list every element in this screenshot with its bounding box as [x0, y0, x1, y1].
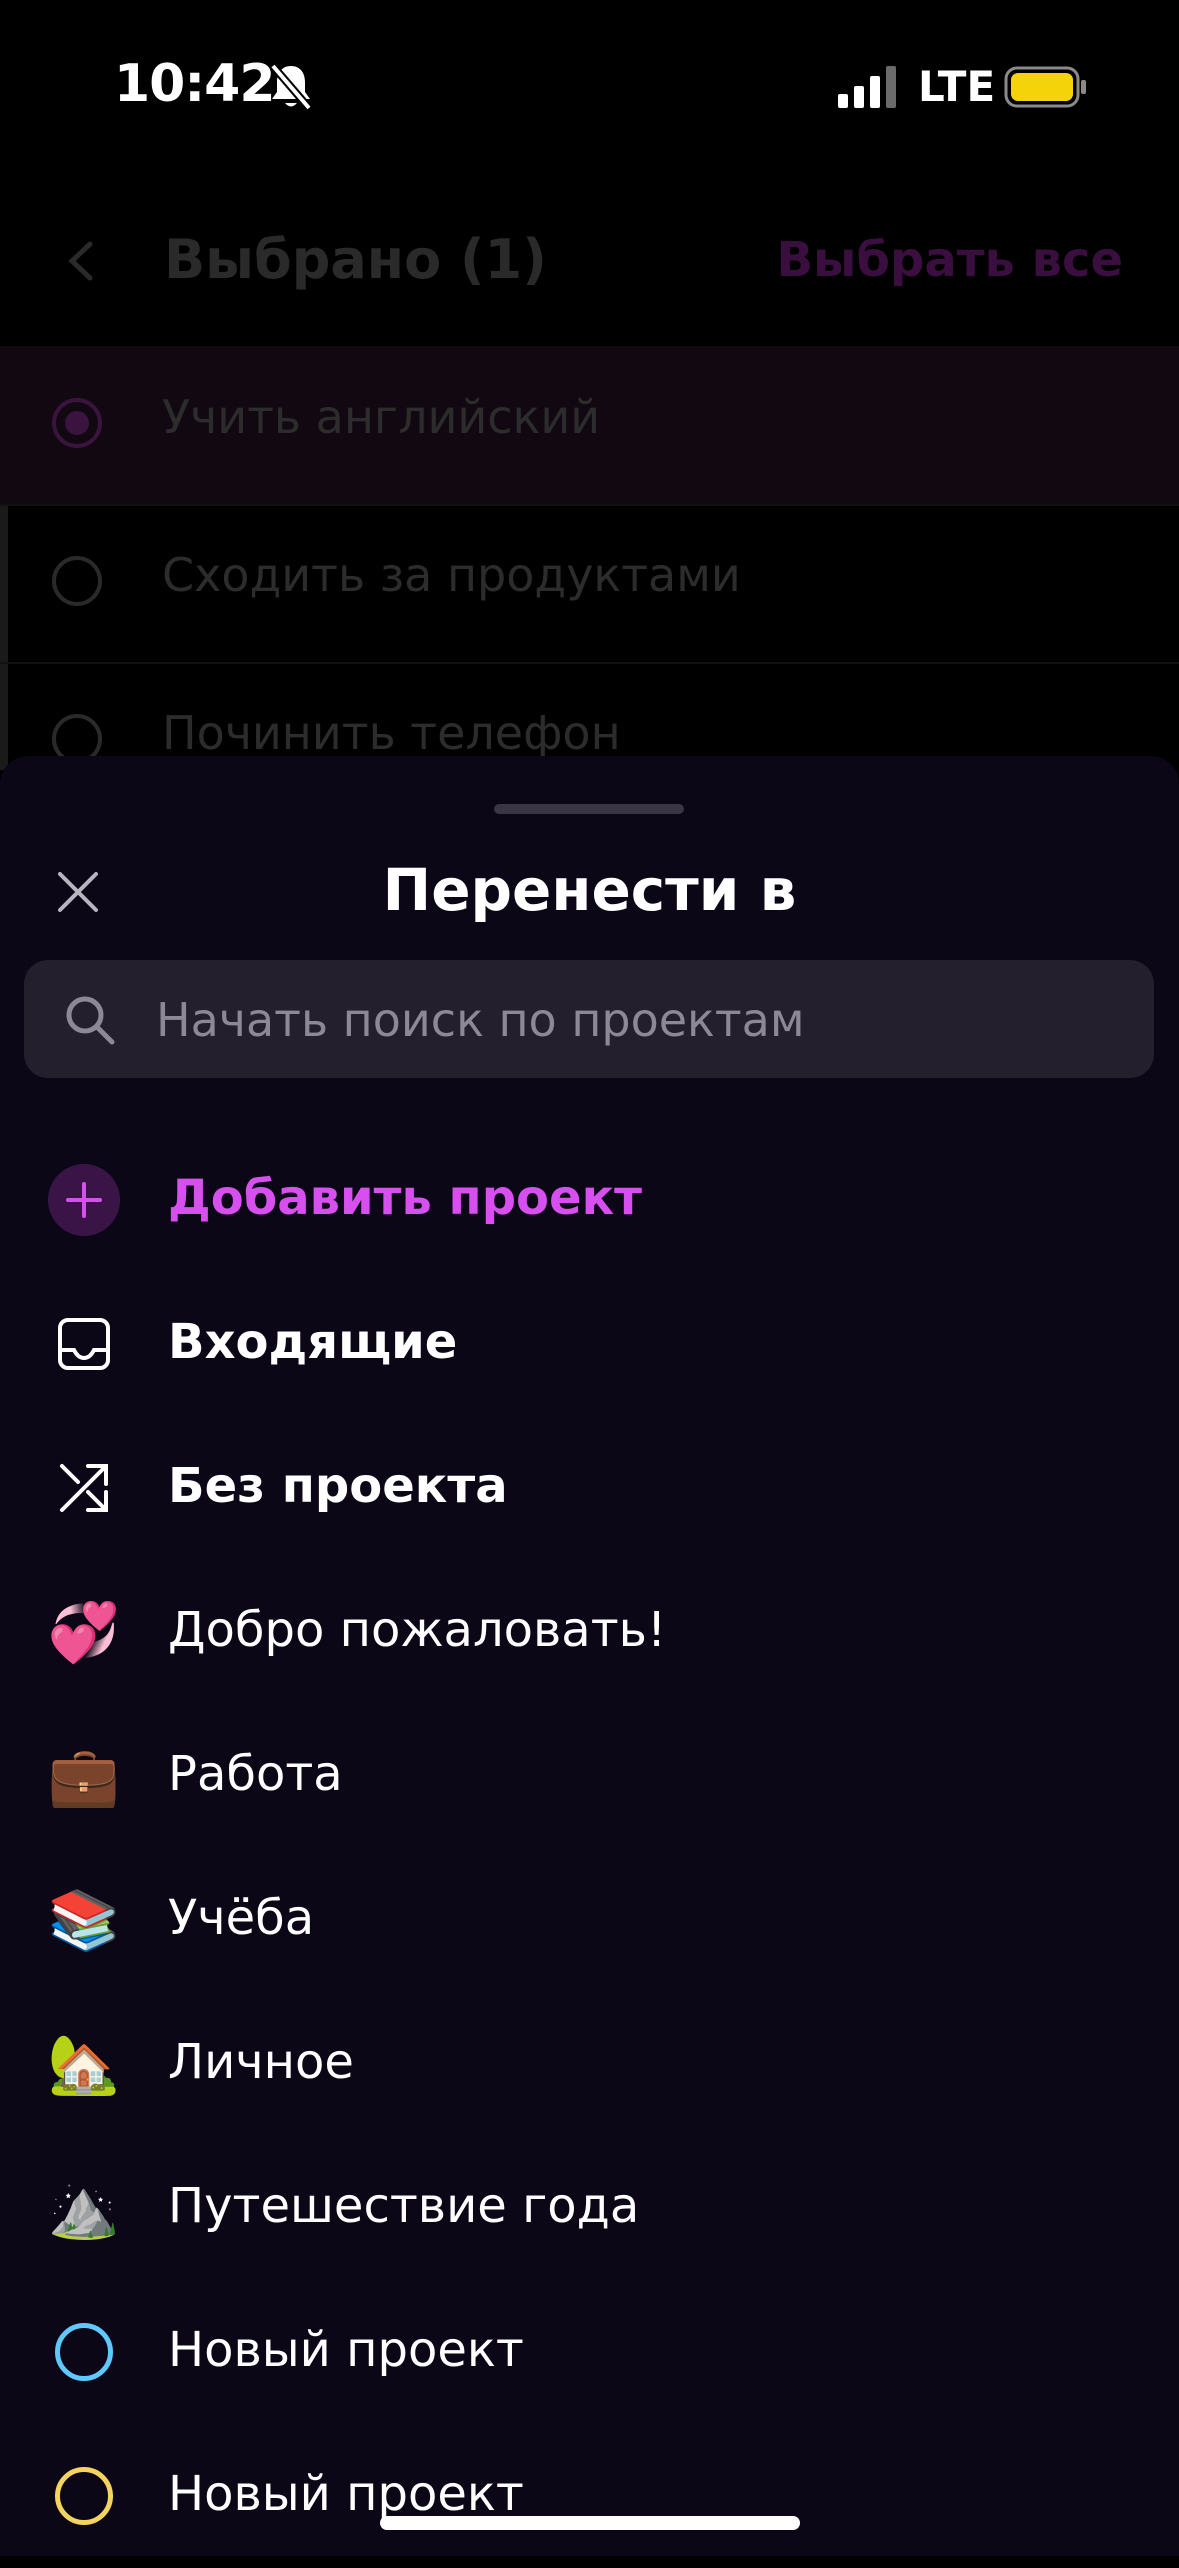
select-all-button[interactable]: Выбрать все: [776, 232, 1123, 288]
project-label: Личное: [168, 2034, 354, 2090]
shuffle-icon: [48, 1452, 120, 1524]
project-label: Работа: [168, 1746, 343, 1802]
yellow-circle-icon: [48, 2460, 120, 2532]
status-time: 10:42: [114, 54, 276, 114]
project-label: Путешествие года: [168, 2178, 640, 2234]
background-screen: Выбрано (1) Выбрать все Учить английский…: [0, 170, 1179, 822]
add-project-item[interactable]: Добавить проект: [0, 1128, 1179, 1272]
project-item[interactable]: ⛰️ Путешествие года: [0, 2136, 1179, 2280]
house-with-garden-icon: 🏡: [47, 2030, 121, 2098]
project-search-input[interactable]: [154, 960, 1118, 1080]
task-title: Сходить за продуктами: [162, 548, 741, 602]
signal-icon: [838, 66, 896, 108]
project-item-inbox[interactable]: Входящие: [0, 1272, 1179, 1416]
books-icon: 📚: [47, 1886, 121, 1954]
project-item-no-project[interactable]: Без проекта: [0, 1416, 1179, 1560]
project-item[interactable]: Новый проект: [0, 2280, 1179, 2424]
plus-icon: [48, 1164, 120, 1236]
project-label: Новый проект: [168, 2466, 524, 2522]
add-project-label: Добавить проект: [168, 1170, 642, 1226]
project-label: Без проекта: [168, 1458, 508, 1514]
sheet-title: Перенести в: [382, 856, 797, 924]
briefcase-icon: 💼: [47, 1742, 121, 1810]
project-search-bar[interactable]: [24, 960, 1154, 1080]
project-item[interactable]: Новый проект: [0, 2424, 1179, 2568]
mountain-icon: ⛰️: [47, 2174, 121, 2242]
task-row[interactable]: Сходить за продуктами: [0, 504, 1179, 664]
task-radio[interactable]: [52, 556, 102, 606]
inbox-icon: [48, 1308, 120, 1380]
network-type: LTE: [918, 62, 996, 111]
task-row[interactable]: Учить английский: [0, 346, 1179, 506]
bell-slash-icon: [269, 63, 313, 111]
status-bar: 10:42 LTE: [0, 0, 1179, 170]
project-label: Учёба: [168, 1890, 315, 1946]
battery-icon: [1004, 66, 1086, 108]
project-item[interactable]: 💼 Работа: [0, 1704, 1179, 1848]
project-label: Входящие: [168, 1314, 458, 1370]
search-icon: [66, 996, 115, 1045]
two-hearts-icon: 💞: [47, 1598, 121, 1666]
task-title: Учить английский: [162, 390, 601, 444]
project-label: Новый проект: [168, 2322, 524, 2378]
blue-circle-icon: [48, 2316, 120, 2388]
move-to-sheet: Перенести в Добавить проект Входящие: [0, 756, 1179, 2556]
project-item[interactable]: 💞 Добро пожаловать!: [0, 1560, 1179, 1704]
back-chevron-icon[interactable]: [62, 236, 102, 286]
selection-nav-bar: Выбрано (1) Выбрать все: [0, 170, 1179, 346]
sheet-grabber[interactable]: [494, 804, 684, 814]
project-item[interactable]: 🏡 Личное: [0, 1992, 1179, 2136]
project-item[interactable]: 📚 Учёба: [0, 1848, 1179, 1992]
task-radio-selected[interactable]: [52, 398, 102, 448]
selection-title: Выбрано (1): [164, 228, 547, 291]
project-label: Добро пожаловать!: [168, 1602, 667, 1658]
home-indicator[interactable]: [380, 2516, 800, 2530]
task-title: Починить телефон: [162, 706, 621, 760]
